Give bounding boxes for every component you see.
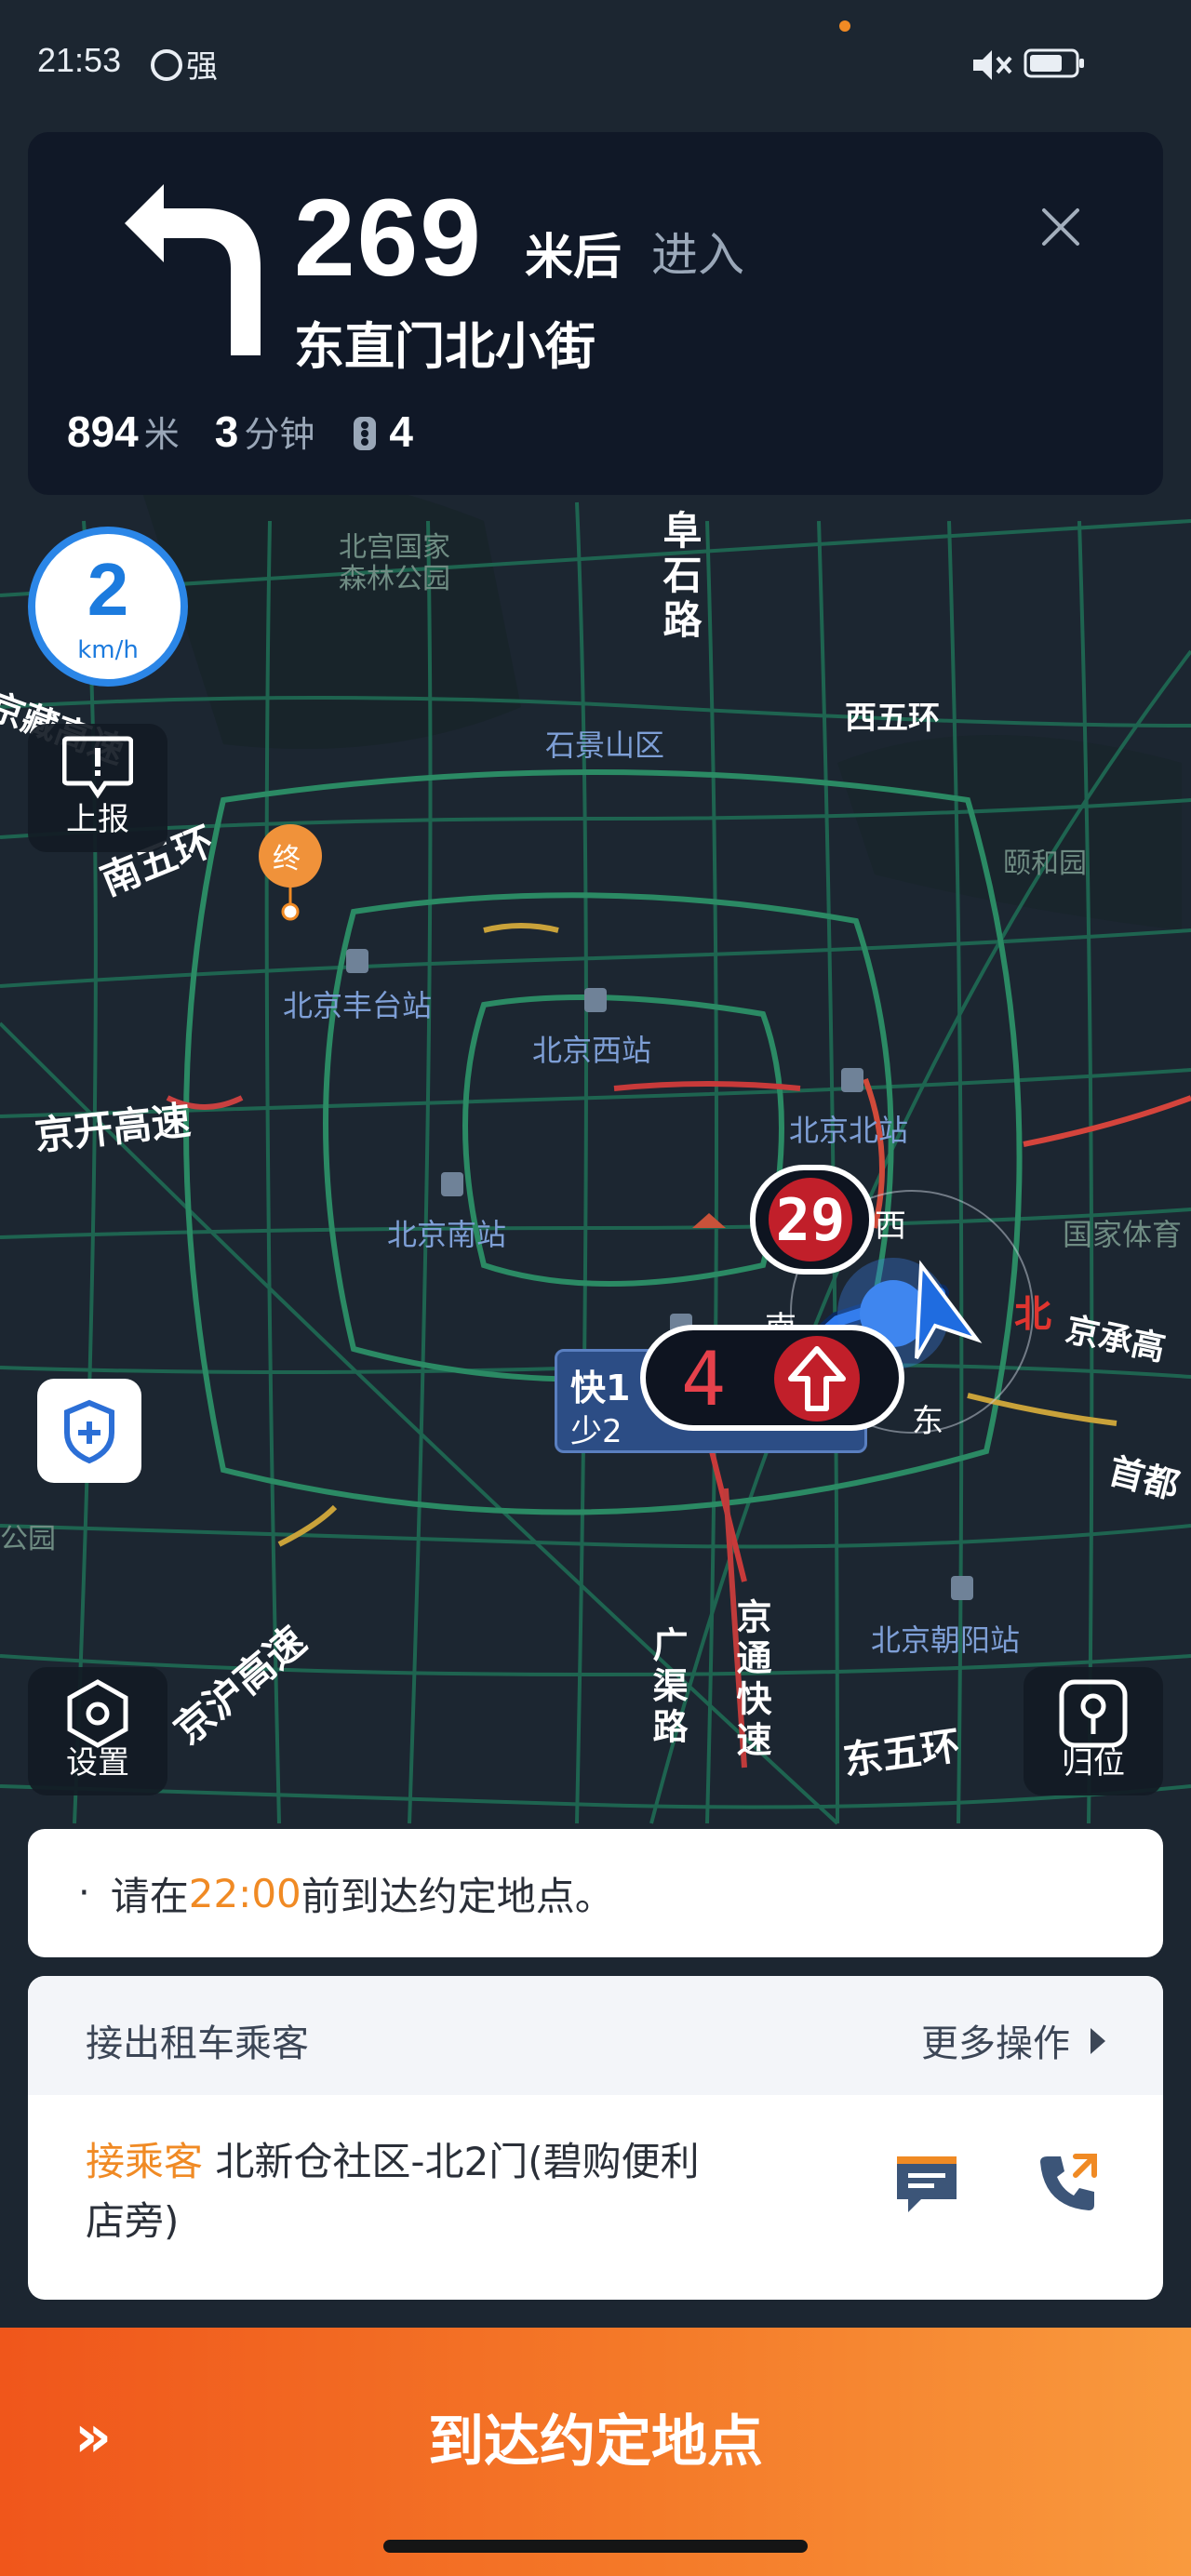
- speed-value: 2: [87, 548, 129, 631]
- signal-countdown-value: 29: [769, 1178, 852, 1261]
- passenger-card: 接出租车乘客 更多操作 接乘客 北新仓社区-北2门(碧购便利店旁): [28, 1976, 1163, 2300]
- order-type-title: 接出租车乘客: [86, 2022, 309, 2065]
- shield-icon: [64, 1399, 114, 1464]
- close-icon[interactable]: [1033, 199, 1089, 255]
- map-label-park: 公园: [0, 1523, 56, 1555]
- report-icon: [62, 736, 133, 799]
- map-label-forest-park: 北宫国家 森林公园: [339, 531, 450, 595]
- remaining-time-unit: 分钟: [244, 414, 315, 455]
- lane-info-line1: 快1: [570, 1368, 631, 1408]
- turn-left-arrow-icon: [125, 184, 261, 355]
- turn-distance-unit: 米后: [525, 230, 622, 286]
- recording-dot: [839, 20, 850, 32]
- turn-distance: 269: [294, 177, 483, 300]
- home-indicator[interactable]: [383, 2540, 808, 2553]
- message-icon[interactable]: [893, 2153, 960, 2218]
- remaining-time: 3: [214, 407, 239, 456]
- map-label-fushi-road: 阜石路: [657, 510, 703, 644]
- status-time: 21:53: [37, 41, 122, 79]
- map-label-north-station: 北京北站: [789, 1113, 909, 1148]
- map-label-fengtai-station: 北京丰台站: [283, 988, 433, 1023]
- trip-summary: 894 米 3 分钟 4: [67, 406, 413, 461]
- pickup-label: 接乘客: [86, 2139, 204, 2184]
- map-label-south-station: 北京南站: [387, 1217, 507, 1252]
- settings-button[interactable]: 设置: [28, 1667, 167, 1795]
- lane-info-line2: 少2: [570, 1413, 622, 1450]
- map-label-jingtong: 京通快速: [730, 1598, 771, 1762]
- map-label-national-stadium: 国家体育: [1063, 1217, 1183, 1252]
- map-label-west-station: 北京西站: [532, 1033, 652, 1068]
- destination-marker-label: 终: [273, 843, 301, 875]
- safety-center-button[interactable]: [37, 1379, 141, 1483]
- turn-instruction-card: 269 米后 进入 东直门北小街 894 米 3 分钟 4: [28, 132, 1163, 495]
- map-label-summer-palace: 颐和园: [1003, 848, 1087, 880]
- signal-arrow-countdown: 4: [681, 1336, 727, 1422]
- settings-label: 设置: [66, 1744, 129, 1782]
- map-label-chaoyang-station: 北京朝阳站: [871, 1622, 1021, 1658]
- chevron-right-icon: [1091, 2028, 1105, 2054]
- traffic-light-icon: [354, 417, 377, 450]
- passenger-card-header: 接出租车乘客 更多操作: [28, 1976, 1163, 2095]
- remaining-distance: 894: [67, 407, 139, 456]
- traffic-light-count: 4: [389, 407, 413, 456]
- signal-icon: [151, 49, 182, 81]
- signal-strength: 强: [151, 41, 218, 87]
- next-road-name: 东直门北小街: [294, 317, 596, 376]
- map-label-guangqu: 广渠路: [647, 1626, 688, 1749]
- map-label-bei: 北: [1014, 1293, 1051, 1336]
- report-button[interactable]: 上报: [28, 724, 167, 852]
- compass-west: 西: [875, 1208, 906, 1245]
- traffic-signal-arrow: 4: [640, 1325, 904, 1431]
- compass-east: 东: [912, 1403, 943, 1440]
- call-icon[interactable]: [1035, 2149, 1102, 2216]
- status-bar: 21:53 强: [0, 0, 1191, 130]
- report-label: 上报: [66, 801, 129, 838]
- arrive-button-label: 到达约定地点: [428, 2409, 763, 2475]
- more-actions-button[interactable]: 更多操作: [921, 2013, 1105, 2067]
- traffic-signal-countdown: 29: [750, 1165, 875, 1275]
- pickup-location: 接乘客 北新仓社区-北2门(碧购便利店旁): [86, 2132, 700, 2251]
- recenter-label: 归位: [1062, 1744, 1125, 1782]
- arrive-at-pickup-button[interactable]: » 到达约定地点: [0, 2328, 1191, 2576]
- remaining-distance-unit: 米: [143, 414, 180, 455]
- straight-arrow-signal-icon: [774, 1336, 860, 1421]
- battery-icon: [1024, 48, 1084, 78]
- current-speed: 2 km/h: [28, 527, 188, 687]
- map-label-shijingshan: 石景山区: [545, 727, 665, 763]
- speed-unit: km/h: [77, 636, 139, 664]
- mute-icon: [973, 50, 1012, 80]
- turn-action: 进入: [651, 228, 744, 282]
- deadline-time: 22:00: [188, 1870, 301, 1916]
- recenter-button[interactable]: 归位: [1024, 1667, 1163, 1795]
- map-label-west-5th-ring: 西五环: [845, 700, 940, 737]
- arrival-deadline-notice: · 请在 22:00 前到达约定地点。: [28, 1829, 1163, 1957]
